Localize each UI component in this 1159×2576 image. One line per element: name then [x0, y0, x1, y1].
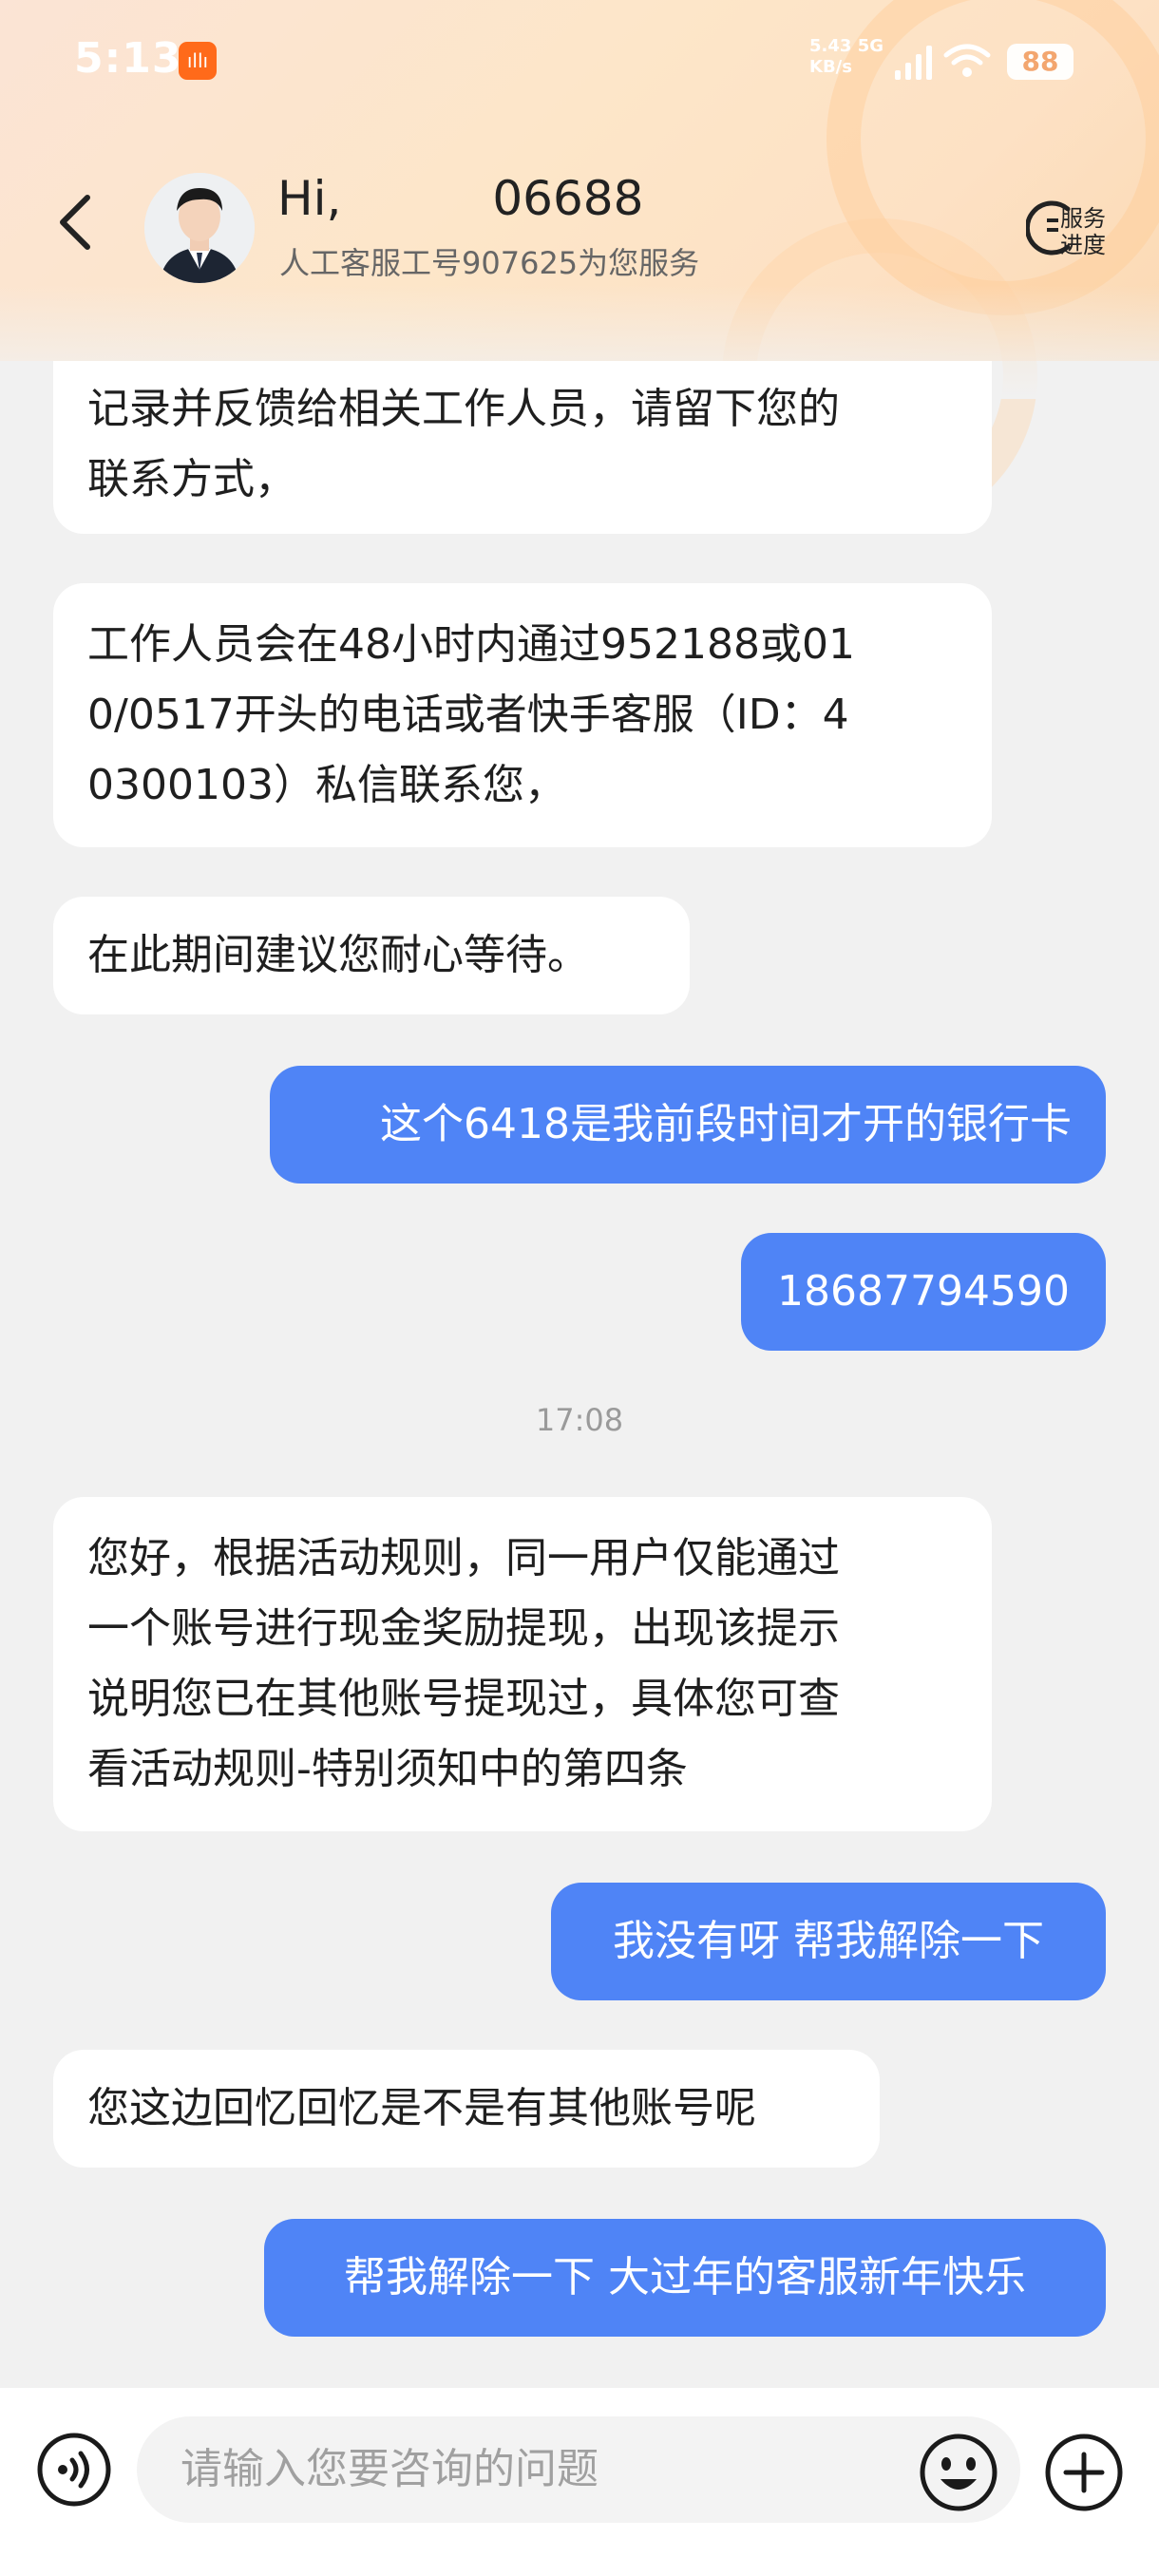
back-button[interactable]	[51, 192, 101, 253]
battery-indicator: 88	[1007, 44, 1074, 80]
message-line: 看活动规则-特别须知中的第四条	[87, 1745, 688, 1793]
avatar[interactable]	[144, 173, 255, 283]
network-type: 5G	[857, 36, 884, 56]
message-line: 帮我解除一下 大过年的客服新年快乐	[344, 2253, 1026, 2301]
message-line: 0/0517开头的电话或者快手客服（ID：4	[87, 691, 849, 739]
user-message: 帮我解除一下 大过年的客服新年快乐	[264, 2219, 1106, 2337]
agent-message: 在此期间建议您耐心等待。	[53, 897, 690, 1014]
message-line: 0300103）私信联系您，	[87, 761, 566, 809]
user-message: 18687794590	[741, 1233, 1106, 1351]
message-line: 在此期间建议您耐心等待。	[87, 931, 589, 979]
network-speed: 5.43 5G KB/s	[809, 36, 885, 78]
emoji-button[interactable]	[918, 2432, 999, 2513]
voice-button[interactable]	[36, 2432, 112, 2508]
agent-message: 记录并反馈给相关工作人员，请留下您的 联系方式，	[53, 361, 992, 534]
timestamp-separator: 17:08	[535, 1402, 624, 1438]
message-line: 联系方式，	[87, 455, 296, 503]
agent-message: 工作人员会在48小时内通过952188或01 0/0517开头的电话或者快手客服…	[53, 583, 992, 847]
agent-message: 您好，根据活动规则，同一用户仅能通过 一个账号进行现金奖励提现，出现该提示 说明…	[53, 1497, 992, 1831]
agent-id-subtitle: 人工客服工号907625为您服务	[279, 245, 700, 281]
message-line: 说明您已在其他账号提现过，具体您可查	[87, 1675, 840, 1723]
message-input[interactable]: 请输入您要咨询的问题	[137, 2416, 1020, 2523]
service-progress-line1: 服务	[1060, 205, 1106, 232]
network-speed-value: 5.43	[809, 36, 852, 56]
service-progress-label: 服务 进度	[1060, 205, 1117, 258]
message-line: 这个6418是我前段时间才开的银行卡	[380, 1100, 1072, 1148]
network-speed-unit: KB/s	[809, 57, 852, 77]
agent-greeting: Hi, 06688	[277, 171, 644, 226]
service-progress-line2: 进度	[1060, 232, 1106, 258]
app-notification-icon: ıllı	[179, 42, 217, 80]
wifi-icon	[943, 44, 991, 77]
user-message: 我没有呀 帮我解除一下	[551, 1883, 1106, 2000]
user-message: 这个6418是我前段时间才开的银行卡	[270, 1066, 1106, 1184]
status-time: 5:13	[74, 34, 182, 83]
message-line: 您这边回忆回忆是不是有其他账号呢	[87, 2084, 756, 2132]
message-line: 记录并反馈给相关工作人员，请留下您的	[87, 385, 840, 433]
plus-button[interactable]	[1043, 2432, 1125, 2513]
message-line: 18687794590	[777, 1267, 1070, 1316]
message-line: 我没有呀 帮我解除一下	[613, 1917, 1044, 1965]
message-line: 您好，根据活动规则，同一用户仅能通过	[87, 1534, 840, 1582]
signal-icon	[895, 46, 932, 80]
message-line: 一个账号进行现金奖励提现，出现该提示	[87, 1604, 840, 1653]
agent-avatar-icon	[144, 173, 255, 283]
agent-message: 您这边回忆回忆是不是有其他账号呢	[53, 2050, 880, 2168]
message-line: 工作人员会在48小时内通过952188或01	[87, 620, 855, 669]
service-progress-button[interactable]: 服务 进度	[1026, 194, 1112, 270]
